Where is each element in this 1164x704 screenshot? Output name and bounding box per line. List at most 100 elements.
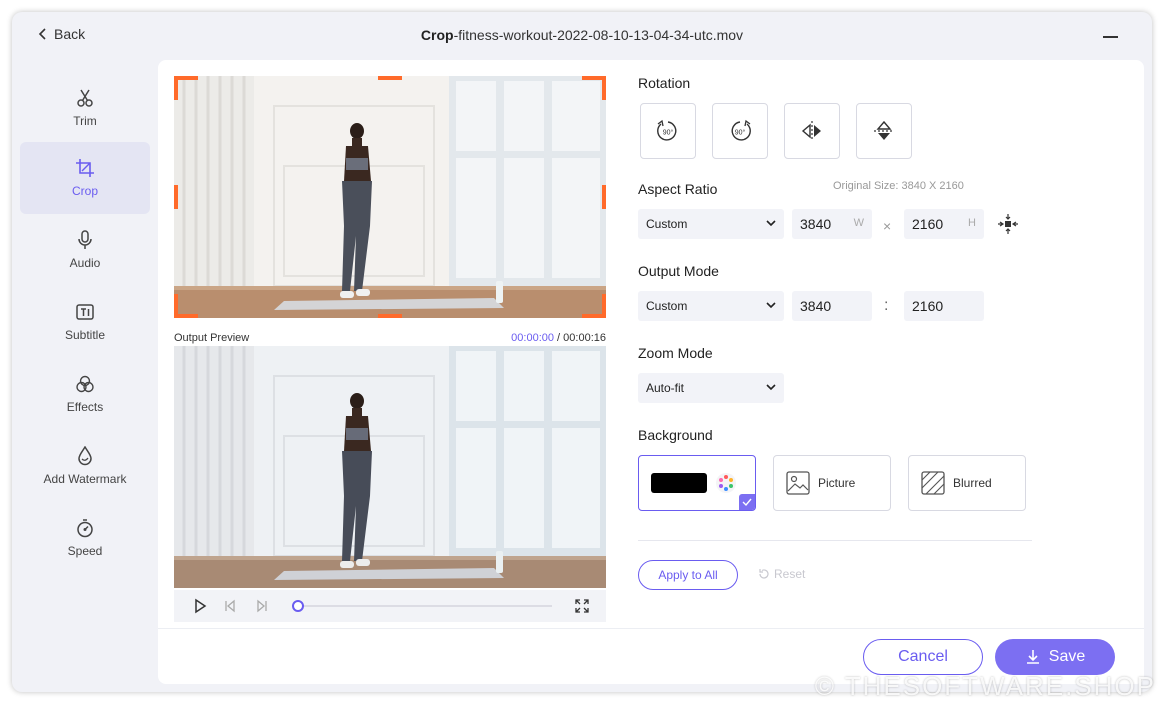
window-title: Crop-fitness-workout-2022-08-10-13-04-34…	[12, 27, 1152, 43]
sidebar-item-crop[interactable]: Crop	[20, 142, 150, 214]
output-mode-select[interactable]: Custom	[638, 291, 784, 321]
sidebar-item-trim[interactable]: Trim	[20, 72, 150, 144]
picture-icon	[786, 471, 810, 495]
watermark-icon	[78, 446, 92, 466]
sidebar-item-effects[interactable]: Effects	[20, 358, 150, 430]
background-color-option[interactable]	[638, 455, 756, 511]
crop-handle-tl-v[interactable]	[174, 76, 178, 100]
sidebar-item-label: Add Watermark	[43, 472, 127, 486]
output-width-value: 3840	[800, 298, 832, 314]
crop-height-input[interactable]: 2160 H	[904, 209, 984, 239]
time-separator: /	[554, 332, 564, 344]
current-time: 00:00:00	[511, 332, 554, 344]
background-label: Background	[638, 427, 713, 443]
sidebar-item-label: Effects	[66, 400, 104, 414]
timeline-track[interactable]	[298, 605, 552, 607]
previous-frame-icon[interactable]	[222, 598, 238, 614]
crop-handle-right[interactable]	[602, 185, 606, 209]
preview-frame-image	[174, 346, 606, 588]
flip-vertical-button[interactable]	[856, 103, 912, 159]
rotate-right-icon: 90°	[731, 119, 751, 141]
title-filename: -fitness-workout-2022-08-10-13-04-34-utc…	[453, 27, 744, 43]
sidebar-item-subtitle[interactable]: Subtitle	[20, 286, 150, 358]
sidebar-item-audio[interactable]: Audio	[20, 214, 150, 286]
time-readout: 00:00:00 / 00:00:16	[511, 332, 606, 344]
picture-label: Picture	[818, 476, 856, 490]
crop-height-value: 2160	[912, 216, 944, 232]
output-preview-video	[174, 346, 606, 588]
crop-handle-bl-v[interactable]	[174, 294, 178, 318]
video-frame-image	[174, 76, 606, 318]
zoom-mode-value: Auto-fit	[646, 381, 685, 395]
next-frame-icon[interactable]	[254, 598, 270, 614]
sidebar-item-label: Audio	[69, 256, 101, 270]
sidebar-item-speed[interactable]: Speed	[20, 502, 150, 574]
minimize-button[interactable]	[1103, 36, 1118, 38]
crop-handle-bottom[interactable]	[378, 314, 402, 318]
crop-handle-br-v[interactable]	[602, 294, 606, 318]
height-unit: H	[968, 217, 976, 229]
output-mode-value: Custom	[646, 299, 688, 313]
sidebar-item-watermark[interactable]: Add Watermark	[20, 430, 150, 502]
rotate-left-icon: 90°	[657, 119, 677, 141]
output-height-input[interactable]: 2160	[904, 291, 984, 321]
sidebar-item-label: Subtitle	[64, 328, 106, 342]
check-icon	[742, 498, 752, 507]
selected-check-badge	[739, 494, 755, 510]
output-mode-label: Output Mode	[638, 263, 719, 279]
crop-settings-panel: Rotation 90° 90° Aspect Ratio Original S…	[638, 60, 1138, 620]
zoom-mode-select[interactable]: Auto-fit	[638, 373, 784, 403]
center-crop-icon[interactable]	[996, 214, 1020, 234]
save-label: Save	[1048, 648, 1086, 665]
output-width-input[interactable]: 3840	[792, 291, 872, 321]
main-content: Output Preview 00:00:00 / 00:00:16 Rotat…	[158, 60, 1144, 684]
apply-to-all-button[interactable]: Apply to All	[638, 560, 738, 590]
cancel-button[interactable]: Cancel	[863, 639, 983, 675]
aspect-ratio-select[interactable]: Custom	[638, 209, 784, 239]
effects-icon	[76, 375, 94, 393]
blurred-label: Blurred	[953, 476, 992, 490]
subtitle-icon	[76, 304, 94, 320]
reset-label: Reset	[774, 567, 806, 581]
rotate-right-text: 90°	[735, 129, 746, 137]
background-blurred-option[interactable]: Blurred	[908, 455, 1026, 511]
output-colon: :	[884, 297, 889, 314]
width-unit: W	[853, 217, 864, 229]
sidebar-item-label: Speed	[67, 544, 103, 558]
title-bold: Crop	[420, 27, 454, 43]
background-picture-option[interactable]: Picture	[773, 455, 891, 511]
blurred-icon	[921, 471, 945, 495]
color-palette-icon[interactable]	[715, 472, 737, 494]
chevron-down-icon	[766, 220, 776, 227]
scissors-icon	[77, 89, 93, 107]
speed-icon	[77, 519, 93, 538]
flip-horizontal-button[interactable]	[784, 103, 840, 159]
color-swatch[interactable]	[651, 473, 707, 493]
crop-handle-top[interactable]	[378, 76, 402, 80]
rotate-left-text: 90°	[663, 129, 674, 137]
output-preview-label: Output Preview	[174, 332, 250, 344]
chevron-down-icon	[766, 302, 776, 309]
save-button[interactable]: Save	[995, 639, 1115, 675]
original-size-text: Original Size: 3840 X 2160	[833, 180, 964, 192]
panel-divider	[638, 540, 1032, 541]
rotate-right-button[interactable]: 90°	[712, 103, 768, 159]
crop-width-input[interactable]: 3840 W	[792, 209, 872, 239]
aspect-ratio-label: Aspect Ratio	[638, 181, 718, 197]
sidebar-item-label: Crop	[71, 184, 98, 198]
playback-controls	[174, 590, 606, 622]
crop-width-value: 3840	[800, 216, 832, 232]
reset-icon	[759, 569, 769, 579]
sidebar: Trim Crop Audio Subtitle Effects Add Wat…	[12, 60, 158, 692]
source-video[interactable]	[174, 76, 606, 318]
flip-horizontal-icon	[801, 121, 821, 141]
crop-handle-tr-v[interactable]	[602, 76, 606, 100]
play-icon[interactable]	[192, 598, 208, 614]
footer-divider	[158, 628, 1144, 629]
flip-vertical-icon	[874, 120, 894, 140]
crop-handle-left[interactable]	[174, 185, 178, 209]
reset-button[interactable]: Reset	[758, 567, 805, 581]
rotate-left-button[interactable]: 90°	[640, 103, 696, 159]
timeline-knob[interactable]	[292, 600, 304, 612]
fullscreen-icon[interactable]	[574, 598, 590, 614]
